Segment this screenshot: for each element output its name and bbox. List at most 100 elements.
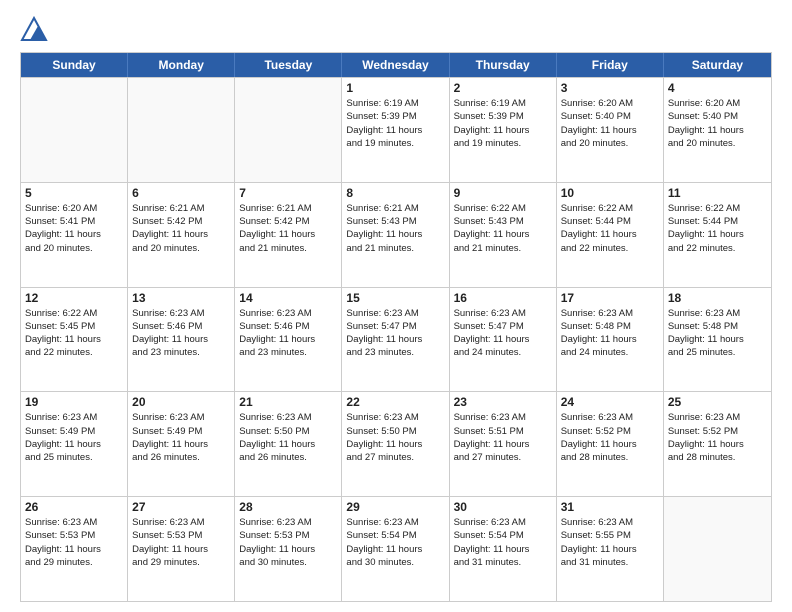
table-row: 31 Sunrise: 6:23 AM Sunset: 5:55 PM Dayli… [557, 497, 664, 601]
header-day-thursday: Thursday [450, 53, 557, 77]
cell-info: Sunrise: 6:21 AM Sunset: 5:43 PM Dayligh… [346, 202, 444, 255]
calendar-row-1: 5Sunrise: 6:20 AM Sunset: 5:41 PM Daylig… [21, 182, 771, 287]
cell-info: Sunrise: 6:22 AM Sunset: 5:44 PM Dayligh… [561, 202, 659, 255]
day-number: 5 [25, 186, 123, 200]
table-row: 1 Sunrise: 6:19 AM Sunset: 5:39 PM Daylig… [342, 78, 449, 182]
cell-info: Sunrise: 6:23 AM Sunset: 5:53 PM Dayligh… [25, 516, 123, 569]
cell-info: Sunrise: 6:23 AM Sunset: 5:52 PM Dayligh… [668, 411, 767, 464]
logo [20, 16, 52, 44]
day-number: 11 [668, 186, 767, 200]
table-row [235, 78, 342, 182]
calendar-row-3: 19 Sunrise: 6:23 AM Sunset: 5:49 PM Dayli… [21, 391, 771, 496]
header [20, 16, 772, 44]
day-number: 20 [132, 395, 230, 409]
header-day-sunday: Sunday [21, 53, 128, 77]
table-row: 3Sunrise: 6:20 AM Sunset: 5:40 PM Daylig… [557, 78, 664, 182]
cell-info: Sunrise: 6:21 AM Sunset: 5:42 PM Dayligh… [132, 202, 230, 255]
cell-info: Sunrise: 6:23 AM Sunset: 5:53 PM Dayligh… [132, 516, 230, 569]
page: SundayMondayTuesdayWednesdayThursdayFrid… [0, 0, 792, 612]
table-row: 6 Sunrise: 6:21 AM Sunset: 5:42 PM Daylig… [128, 183, 235, 287]
day-number: 31 [561, 500, 659, 514]
day-number: 17 [561, 291, 659, 305]
table-row: 15 Sunrise: 6:23 AM Sunset: 5:47 PM Dayli… [342, 288, 449, 392]
table-row: 10 Sunrise: 6:22 AM Sunset: 5:44 PM Dayli… [557, 183, 664, 287]
table-row [664, 497, 771, 601]
cell-info: Sunrise: 6:23 AM Sunset: 5:54 PM Dayligh… [454, 516, 552, 569]
day-number: 2 [454, 81, 552, 95]
cell-info: Sunrise: 6:23 AM Sunset: 5:49 PM Dayligh… [25, 411, 123, 464]
table-row: 28 Sunrise: 6:23 AM Sunset: 5:53 PM Dayli… [235, 497, 342, 601]
day-number: 23 [454, 395, 552, 409]
table-row: 24 Sunrise: 6:23 AM Sunset: 5:52 PM Dayli… [557, 392, 664, 496]
cell-info: Sunrise: 6:22 AM Sunset: 5:44 PM Dayligh… [668, 202, 767, 255]
header-day-tuesday: Tuesday [235, 53, 342, 77]
cell-info: Sunrise: 6:23 AM Sunset: 5:49 PM Dayligh… [132, 411, 230, 464]
table-row: 9Sunrise: 6:22 AM Sunset: 5:43 PM Daylig… [450, 183, 557, 287]
table-row: 18Sunrise: 6:23 AM Sunset: 5:48 PM Dayli… [664, 288, 771, 392]
day-number: 27 [132, 500, 230, 514]
cell-info: Sunrise: 6:23 AM Sunset: 5:47 PM Dayligh… [454, 307, 552, 360]
cell-info: Sunrise: 6:23 AM Sunset: 5:46 PM Dayligh… [132, 307, 230, 360]
cell-info: Sunrise: 6:23 AM Sunset: 5:50 PM Dayligh… [346, 411, 444, 464]
day-number: 29 [346, 500, 444, 514]
cell-info: Sunrise: 6:23 AM Sunset: 5:55 PM Dayligh… [561, 516, 659, 569]
table-row: 14Sunrise: 6:23 AM Sunset: 5:46 PM Dayli… [235, 288, 342, 392]
cell-info: Sunrise: 6:23 AM Sunset: 5:52 PM Dayligh… [561, 411, 659, 464]
table-row: 30 Sunrise: 6:23 AM Sunset: 5:54 PM Dayli… [450, 497, 557, 601]
table-row: 26 Sunrise: 6:23 AM Sunset: 5:53 PM Dayli… [21, 497, 128, 601]
day-number: 15 [346, 291, 444, 305]
day-number: 4 [668, 81, 767, 95]
table-row: 23 Sunrise: 6:23 AM Sunset: 5:51 PM Dayli… [450, 392, 557, 496]
day-number: 21 [239, 395, 337, 409]
cell-info: Sunrise: 6:19 AM Sunset: 5:39 PM Dayligh… [346, 97, 444, 150]
cell-info: Sunrise: 6:23 AM Sunset: 5:53 PM Dayligh… [239, 516, 337, 569]
day-number: 28 [239, 500, 337, 514]
table-row: 21 Sunrise: 6:23 AM Sunset: 5:50 PM Dayli… [235, 392, 342, 496]
table-row: 16 Sunrise: 6:23 AM Sunset: 5:47 PM Dayli… [450, 288, 557, 392]
day-number: 7 [239, 186, 337, 200]
day-number: 10 [561, 186, 659, 200]
table-row: 25 Sunrise: 6:23 AM Sunset: 5:52 PM Dayli… [664, 392, 771, 496]
table-row [21, 78, 128, 182]
table-row: 22 Sunrise: 6:23 AM Sunset: 5:50 PM Dayli… [342, 392, 449, 496]
day-number: 26 [25, 500, 123, 514]
header-day-monday: Monday [128, 53, 235, 77]
day-number: 13 [132, 291, 230, 305]
cell-info: Sunrise: 6:20 AM Sunset: 5:40 PM Dayligh… [668, 97, 767, 150]
table-row: 4 Sunrise: 6:20 AM Sunset: 5:40 PM Daylig… [664, 78, 771, 182]
calendar-row-2: 12 Sunrise: 6:22 AM Sunset: 5:45 PM Dayli… [21, 287, 771, 392]
day-number: 3 [561, 81, 659, 95]
calendar-row-4: 26 Sunrise: 6:23 AM Sunset: 5:53 PM Dayli… [21, 496, 771, 601]
cell-info: Sunrise: 6:23 AM Sunset: 5:50 PM Dayligh… [239, 411, 337, 464]
table-row: 27 Sunrise: 6:23 AM Sunset: 5:53 PM Dayli… [128, 497, 235, 601]
table-row: 13 Sunrise: 6:23 AM Sunset: 5:46 PM Dayli… [128, 288, 235, 392]
cell-info: Sunrise: 6:23 AM Sunset: 5:51 PM Dayligh… [454, 411, 552, 464]
table-row: 8Sunrise: 6:21 AM Sunset: 5:43 PM Daylig… [342, 183, 449, 287]
table-row: 29 Sunrise: 6:23 AM Sunset: 5:54 PM Dayli… [342, 497, 449, 601]
day-number: 25 [668, 395, 767, 409]
table-row: 11 Sunrise: 6:22 AM Sunset: 5:44 PM Dayli… [664, 183, 771, 287]
header-day-saturday: Saturday [664, 53, 771, 77]
cell-info: Sunrise: 6:22 AM Sunset: 5:45 PM Dayligh… [25, 307, 123, 360]
cell-info: Sunrise: 6:23 AM Sunset: 5:47 PM Dayligh… [346, 307, 444, 360]
cell-info: Sunrise: 6:22 AM Sunset: 5:43 PM Dayligh… [454, 202, 552, 255]
header-day-wednesday: Wednesday [342, 53, 449, 77]
table-row: 7Sunrise: 6:21 AM Sunset: 5:42 PM Daylig… [235, 183, 342, 287]
calendar-header-row: SundayMondayTuesdayWednesdayThursdayFrid… [21, 53, 771, 77]
day-number: 12 [25, 291, 123, 305]
table-row: 5Sunrise: 6:20 AM Sunset: 5:41 PM Daylig… [21, 183, 128, 287]
calendar-row-0: 1 Sunrise: 6:19 AM Sunset: 5:39 PM Daylig… [21, 77, 771, 182]
day-number: 6 [132, 186, 230, 200]
table-row: 20 Sunrise: 6:23 AM Sunset: 5:49 PM Dayli… [128, 392, 235, 496]
table-row: 2Sunrise: 6:19 AM Sunset: 5:39 PM Daylig… [450, 78, 557, 182]
day-number: 14 [239, 291, 337, 305]
day-number: 16 [454, 291, 552, 305]
table-row: 19 Sunrise: 6:23 AM Sunset: 5:49 PM Dayli… [21, 392, 128, 496]
day-number: 1 [346, 81, 444, 95]
logo-icon [20, 16, 48, 44]
day-number: 19 [25, 395, 123, 409]
day-number: 30 [454, 500, 552, 514]
day-number: 22 [346, 395, 444, 409]
cell-info: Sunrise: 6:23 AM Sunset: 5:54 PM Dayligh… [346, 516, 444, 569]
day-number: 24 [561, 395, 659, 409]
